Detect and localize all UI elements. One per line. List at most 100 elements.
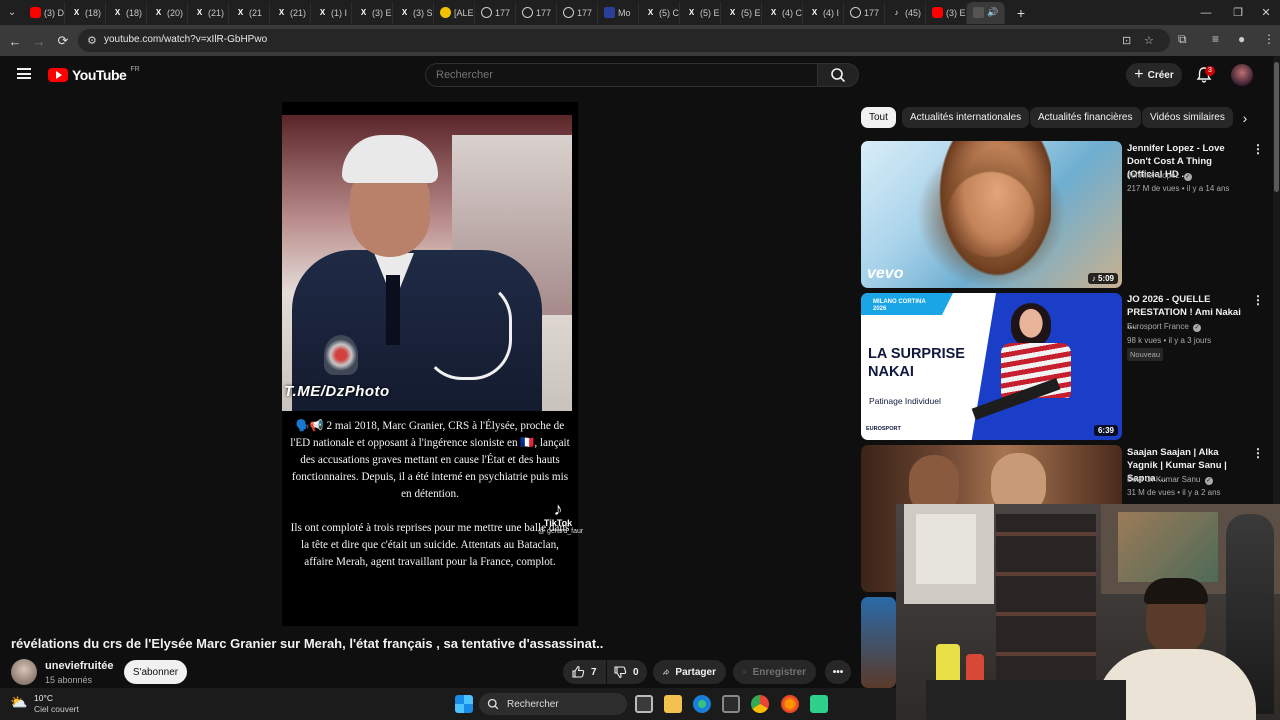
forward-icon[interactable]: → [30, 32, 48, 50]
webcam-overlay [896, 504, 1280, 720]
create-button[interactable]: + Créer [1126, 63, 1182, 87]
speaker-icon[interactable]: 🔊 [987, 7, 998, 18]
site-info-icon[interactable]: ⚙ [87, 34, 97, 47]
chip-similar-videos[interactable]: Vidéos similaires [1142, 107, 1233, 128]
browser-tab[interactable]: X (20) [147, 1, 188, 24]
extensions-icon[interactable]: ⧉ [1178, 32, 1187, 47]
video-title: révélations du crs de l'Elysée Marc Gran… [11, 636, 604, 651]
browser-tab[interactable]: X (18) [65, 1, 106, 24]
chevron-right-icon[interactable]: › [1236, 109, 1254, 127]
task-view-icon[interactable] [635, 695, 653, 713]
dislike-button[interactable]: 0 [607, 660, 647, 684]
edge-icon[interactable] [693, 695, 711, 713]
browser-menu-icon[interactable]: ⋮ [1263, 32, 1275, 46]
youtube-logo[interactable]: YouTube FR [48, 66, 140, 83]
browser-tab[interactable]: ♪ (45) [885, 1, 926, 24]
search-input[interactable] [436, 69, 806, 81]
back-icon[interactable]: ← [6, 32, 24, 50]
browser-tab[interactable]: X (4) C [762, 1, 803, 24]
new-badge: Nouveau [1127, 348, 1164, 361]
firefox-icon[interactable] [781, 695, 799, 713]
minimize-button[interactable]: — [1190, 0, 1222, 25]
tab-label: (5) C [659, 7, 679, 18]
reload-icon[interactable]: ⟳ [54, 32, 72, 50]
x-icon: X [729, 8, 736, 17]
browser-tab[interactable]: X (5) E [680, 1, 721, 24]
like-button[interactable]: 7 [563, 660, 606, 684]
browser-tab[interactable]: 177 [516, 1, 557, 24]
browser-tab[interactable]: X (21) [188, 1, 229, 24]
channel-name[interactable]: uneviefruitée [45, 660, 113, 672]
share-button[interactable]: Partager [653, 660, 726, 684]
more-actions-button[interactable]: ••• [825, 660, 851, 684]
browser-tab[interactable]: X (21) [270, 1, 311, 24]
browser-tab[interactable]: [ALE [434, 1, 475, 24]
recommendation-menu-icon[interactable]: ⋮ [1252, 446, 1264, 460]
verified-icon: ✓ [1204, 477, 1213, 485]
weather-icon[interactable]: ⛅ [10, 694, 27, 711]
recommendation-menu-icon[interactable]: ⋮ [1252, 293, 1264, 307]
browser-tab[interactable]: Mo [598, 1, 639, 24]
browser-tab[interactable]: X (18) [106, 1, 147, 24]
active-tab[interactable]: 🔊 ✕ [967, 1, 1005, 24]
bookmark-star-icon[interactable]: ☆ [1144, 34, 1154, 47]
scrollbar-thumb[interactable] [1274, 62, 1279, 192]
windows-start-icon[interactable] [455, 695, 473, 713]
browser-tab[interactable]: (3) D [24, 1, 65, 24]
video-duration: 6:39 [1093, 425, 1118, 436]
new-tab-button[interactable]: + [1009, 5, 1033, 21]
youtube-icon [932, 7, 943, 18]
browser-tab[interactable]: 177 [557, 1, 598, 24]
recommendation-channel[interactable]: Jennifer Lopez ✓ [1127, 171, 1192, 181]
x-icon: X [401, 8, 408, 17]
app-icon[interactable] [810, 695, 828, 713]
tab-label: (3) D [44, 7, 64, 18]
recommendation-thumbnail[interactable] [861, 597, 896, 688]
search-button[interactable] [818, 63, 859, 87]
account-avatar[interactable] [1231, 64, 1253, 86]
browser-tab[interactable]: 177 [844, 1, 885, 24]
tiktok-watermark: ♪ TikTok @ gerard_faur [538, 499, 584, 535]
chip-international-news[interactable]: Actualités internationales [902, 107, 1030, 128]
close-window-button[interactable]: ✕ [1250, 0, 1280, 25]
subscribe-button[interactable]: S'abonner [124, 660, 187, 684]
browser-tab[interactable]: X (5) C [639, 1, 680, 24]
video-player[interactable]: T.ME/DzPhoto 🗣️📢 2 mai 2018, Marc Granie… [282, 102, 584, 626]
browser-tab[interactable]: X (4) I [803, 1, 844, 24]
browser-tab[interactable]: X (1) I [311, 1, 352, 24]
weather-temperature[interactable]: 10°C [34, 693, 53, 703]
install-icon[interactable]: ⊡ [1122, 34, 1131, 47]
chrome-icon[interactable] [751, 695, 769, 713]
file-explorer-icon[interactable] [664, 695, 682, 713]
browser-tab[interactable]: X (3) S [393, 1, 434, 24]
browser-tab[interactable]: 177 [475, 1, 516, 24]
chip-financial-news[interactable]: Actualités financières [1030, 107, 1141, 128]
media-controls-icon[interactable]: ≡ [1212, 32, 1219, 46]
weather-description[interactable]: Ciel couvert [34, 704, 79, 714]
store-icon[interactable] [722, 695, 740, 713]
thumbnail-headline: LA SURPRISE NAKAI [868, 346, 965, 380]
taskbar-search[interactable]: Rechercher [479, 693, 627, 715]
url-text[interactable]: youtube.com/watch?v=xIlR-GbHPwo [104, 34, 267, 45]
channel-avatar[interactable] [11, 659, 37, 685]
omnibox[interactable]: ⚙ youtube.com/watch?v=xIlR-GbHPwo ⊡ ☆ [78, 29, 1170, 52]
menu-icon[interactable] [17, 68, 31, 79]
profile-icon[interactable]: ● [1238, 32, 1245, 46]
recommendation-thumbnail[interactable]: MILANO CORTINA 2026 LA SURPRISE NAKAI Pa… [861, 293, 1122, 440]
recommendation-channel[interactable]: Best Of Kumar Sanu ✓ [1127, 475, 1213, 485]
tab-search-button[interactable]: ⌄ [0, 0, 24, 25]
recommendation-thumbnail[interactable]: vevo ♪ 5:09 [861, 141, 1122, 288]
search-icon [831, 68, 846, 83]
browser-tab[interactable]: X (3) E [352, 1, 393, 24]
browser-tab[interactable]: X (5) E [721, 1, 762, 24]
recommendation-menu-icon[interactable]: ⋮ [1252, 142, 1264, 156]
x-icon: X [237, 8, 244, 17]
recommendation-channel[interactable]: Eurosport France ✓ [1127, 322, 1202, 332]
x-icon: X [155, 8, 162, 17]
search-box[interactable] [425, 63, 818, 87]
chip-all[interactable]: Tout [861, 107, 896, 128]
browser-tab[interactable]: (3) E [926, 1, 967, 24]
save-button[interactable]: Enregistrer [733, 660, 816, 684]
browser-tab[interactable]: X (21 [229, 1, 270, 24]
vevo-logo: vevo [867, 265, 904, 282]
